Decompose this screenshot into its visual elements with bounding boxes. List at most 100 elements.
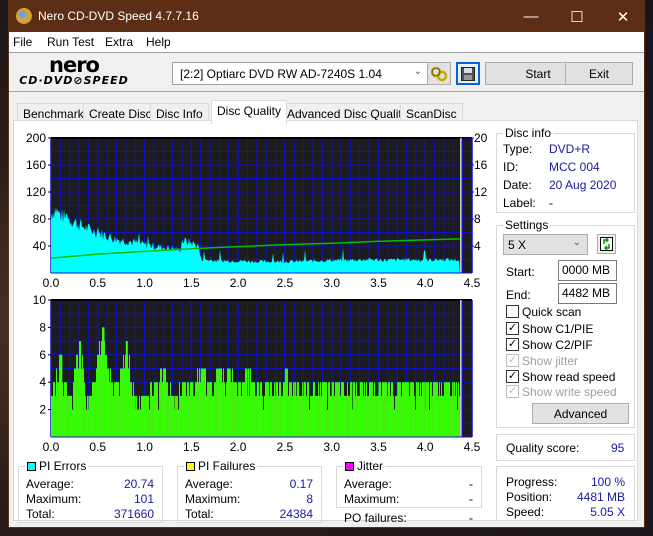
jitter-title: Jitter: [343, 459, 386, 473]
pi-failure-bar: [264, 395, 265, 437]
speed-select[interactable]: 5 X ⌄: [503, 234, 588, 255]
pi-failure-bar: [147, 395, 148, 437]
pi-failure-bar: [205, 368, 206, 437]
pi-failure-bar: [116, 382, 119, 437]
pi-failure-bar: [235, 382, 236, 437]
pi-failure-bar: [404, 382, 405, 437]
x-tick-label: 0.5: [89, 440, 106, 454]
end-label: End:: [506, 288, 531, 302]
y-tick-label: 6: [39, 348, 46, 362]
pi-failure-bar: [269, 395, 270, 437]
pi-failure-bar: [368, 395, 369, 437]
quick-scan-checkbox[interactable]: [506, 305, 519, 318]
tab-disc-quality[interactable]: Disc Quality: [211, 100, 288, 124]
pi-failure-bar: [238, 382, 241, 437]
pi-failure-bar: [447, 382, 448, 437]
start-input[interactable]: 0000 MB: [558, 260, 617, 281]
pi-errors-total-value: 371660: [113, 507, 154, 521]
pi-failure-bar: [396, 395, 397, 437]
pi-failure-bar: [410, 382, 411, 437]
pi-failure-bar: [319, 395, 320, 437]
show-c2pif-checkbox[interactable]: ✓: [506, 338, 519, 351]
pi-failure-bar: [64, 382, 65, 437]
show-c1pie-checkbox[interactable]: ✓: [506, 322, 519, 335]
pi-failures-title-text: PI Failures: [198, 459, 256, 473]
y-tick-label: 40: [33, 239, 47, 253]
pi-failure-bar: [133, 382, 134, 437]
pi-failure-bar: [233, 382, 234, 437]
pi-failure-bar: [432, 395, 433, 437]
pi-failure-bar: [306, 395, 307, 437]
pi-failure-bar: [184, 382, 185, 437]
pi-failure-bar: [88, 395, 91, 437]
pi-failure-bar: [144, 395, 147, 437]
y-tick-label: 8: [39, 320, 46, 334]
pi-failure-bar: [204, 368, 205, 437]
pi-failure-bar: [366, 382, 367, 437]
pi-failure-bar: [346, 395, 347, 437]
pi-failure-bar: [290, 382, 291, 437]
pi-failure-bar: [335, 382, 336, 437]
pi-failures-title: PI Failures: [184, 459, 258, 473]
pi-failure-bar: [308, 382, 309, 437]
pi-failure-bar: [237, 395, 238, 437]
pi-failure-bar: [418, 382, 419, 437]
x-tick-label: 3.5: [370, 276, 387, 290]
pi-failure-bar: [251, 382, 252, 437]
show-c1pie-label[interactable]: Show C1/PIE: [522, 322, 593, 336]
pi-failure-bar: [53, 382, 54, 437]
pi-failure-bar: [161, 368, 162, 437]
x-tick-label: 2.5: [277, 276, 294, 290]
pi-failure-bar: [384, 382, 385, 437]
pi-failure-bar: [222, 382, 223, 437]
pi-failure-bar: [200, 368, 203, 437]
pi-failure-bar: [393, 395, 394, 437]
pi-failure-bar: [347, 382, 348, 437]
y-tick-label: 120: [26, 185, 46, 199]
pi-failure-bar: [58, 382, 59, 437]
pi-failure-bar: [326, 382, 327, 437]
pi-failure-bar: [185, 382, 186, 437]
pi-failure-bar: [293, 382, 294, 437]
pi-failure-bar: [75, 368, 76, 437]
pi-failure-bar: [409, 395, 410, 437]
end-input[interactable]: 4482 MB: [558, 283, 617, 304]
quick-scan-label[interactable]: Quick scan: [522, 305, 581, 319]
pi-failure-bar: [272, 395, 273, 437]
pi-failure-bar: [299, 395, 300, 437]
pi-failure-bar: [386, 382, 387, 437]
pi-failure-bar: [245, 368, 246, 437]
pi-failure-bar: [82, 354, 83, 437]
advanced-button[interactable]: Advanced: [532, 403, 629, 424]
disc-info-title: Disc info: [503, 126, 554, 140]
pi-failure-bar: [390, 395, 391, 437]
pi-failure-bar: [227, 368, 228, 437]
pi-failure-bar: [51, 395, 53, 437]
show-c2pif-label[interactable]: Show C2/PIF: [522, 338, 593, 352]
pi-failure-bar: [457, 409, 458, 437]
pi-failure-bar: [377, 395, 378, 437]
pi-failure-bar: [231, 382, 232, 437]
pi-failure-bar: [438, 395, 439, 437]
pi-failure-bar: [331, 382, 334, 437]
show-read-speed-checkbox[interactable]: ✓: [506, 370, 519, 383]
pi-failure-bar: [252, 382, 253, 437]
show-read-speed-label[interactable]: Show read speed: [522, 370, 615, 384]
pi-failure-bar: [85, 395, 86, 437]
pi-failure-bar: [198, 382, 199, 437]
refresh-button[interactable]: [597, 234, 616, 254]
pi-failure-bar: [321, 395, 322, 437]
pi-failure-bar: [385, 382, 386, 437]
pi-failure-bar: [84, 382, 85, 437]
pi-failure-bar: [55, 395, 56, 437]
pi-failure-bar: [66, 382, 67, 437]
pi-failure-bar: [433, 382, 434, 437]
pi-failure-bar: [97, 354, 100, 437]
pi-failure-bar: [178, 409, 179, 437]
pi-failure-bar: [134, 395, 135, 437]
pi-failure-bar: [259, 395, 260, 437]
jitter-title-text: Jitter: [357, 459, 384, 473]
pi-failure-bar: [300, 395, 301, 437]
pi-failure-bar: [353, 382, 354, 437]
pi-failure-bar: [72, 409, 73, 437]
